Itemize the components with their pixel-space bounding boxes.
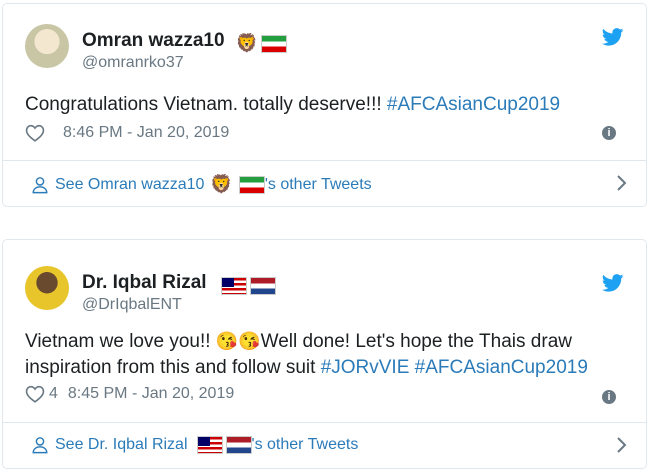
hashtag-link[interactable]: #AFCAsianCup2019 <box>387 94 560 115</box>
timestamp[interactable]: 8:46 PM - Jan 20, 2019 <box>63 124 229 142</box>
iran-flag-icon <box>261 34 288 53</box>
like-count[interactable]: 4 <box>49 385 58 403</box>
iran-flag-icon <box>238 175 265 194</box>
tweet-header: Dr. Iqbal Rizal @DrIqbalENT <box>25 260 632 313</box>
author-name-text[interactable]: Omran wazza10 <box>82 30 225 51</box>
see-other-tweets-link[interactable]: See Omran wazza10 🦁 's other Tweets <box>31 174 628 195</box>
avatar[interactable] <box>25 24 69 68</box>
author-name[interactable]: Dr. Iqbal Rizal <box>82 272 276 297</box>
divider <box>3 160 646 161</box>
name-emojis: 🦁 <box>235 33 288 55</box>
tweet-text: Vietnam we love you!! 😘😘Well done! Let's… <box>25 328 626 381</box>
lion-emoji: 🦁 <box>210 174 233 194</box>
author-handle[interactable]: @omranrko37 <box>82 54 184 72</box>
malaysia-flag-icon <box>220 276 247 295</box>
author-name[interactable]: Omran wazza10 🦁 <box>82 30 288 55</box>
tweet-meta: 4 8:45 PM - Jan 20, 2019 <box>25 385 234 403</box>
lion-emoji: 🦁 <box>235 33 259 54</box>
kiss-emoji: 😘😘 <box>215 331 261 351</box>
chevron-right-icon[interactable] <box>616 437 628 453</box>
avatar[interactable] <box>25 266 69 310</box>
footer-text-suffix[interactable]: 's other Tweets <box>265 176 372 194</box>
info-icon[interactable]: i <box>602 390 616 404</box>
tweet-text-plain: Congratulations Vietnam. totally deserve… <box>25 94 387 115</box>
malaysia-flag-icon <box>196 436 223 454</box>
person-icon <box>32 437 48 454</box>
author-handle[interactable]: @DrIqbalENT <box>82 296 182 314</box>
netherlands-flag-icon <box>225 436 252 454</box>
author-name-text[interactable]: Dr. Iqbal Rizal <box>82 272 207 293</box>
timestamp[interactable]: 8:45 PM - Jan 20, 2019 <box>68 385 234 403</box>
hashtag-link[interactable]: #JORvVIE <box>321 357 410 378</box>
tweet-meta: 8:46 PM - Jan 20, 2019 <box>25 124 229 142</box>
tweet-text: Congratulations Vietnam. totally deserve… <box>25 92 626 118</box>
footer-text-prefix[interactable]: See Omran wazza10 <box>55 176 204 194</box>
netherlands-flag-icon <box>249 276 276 295</box>
divider <box>3 422 646 423</box>
twitter-bird-icon[interactable] <box>602 28 624 46</box>
footer-text-prefix[interactable]: See Dr. Iqbal Rizal <box>55 436 188 454</box>
tweet-text-part1: Vietnam we love you!! <box>25 331 216 352</box>
tweet-card[interactable]: Dr. Iqbal Rizal @DrIqbalENT Vietnam we l… <box>2 239 647 469</box>
name-flags <box>218 275 276 297</box>
heart-icon[interactable] <box>25 385 45 403</box>
tweet-card[interactable]: Omran wazza10 🦁 @omranrko37 Congratulati… <box>2 3 647 207</box>
info-icon[interactable]: i <box>602 126 616 140</box>
see-other-tweets-link[interactable]: See Dr. Iqbal Rizal 's other Tweets <box>31 436 628 454</box>
chevron-right-icon[interactable] <box>616 175 628 191</box>
tweet-header: Omran wazza10 🦁 @omranrko37 <box>25 24 632 74</box>
person-icon <box>32 176 48 193</box>
heart-icon[interactable] <box>25 124 45 142</box>
footer-flags <box>194 436 252 454</box>
twitter-bird-icon[interactable] <box>602 274 624 292</box>
footer-text-suffix[interactable]: 's other Tweets <box>252 436 359 454</box>
hashtag-link[interactable]: #AFCAsianCup2019 <box>415 357 588 378</box>
